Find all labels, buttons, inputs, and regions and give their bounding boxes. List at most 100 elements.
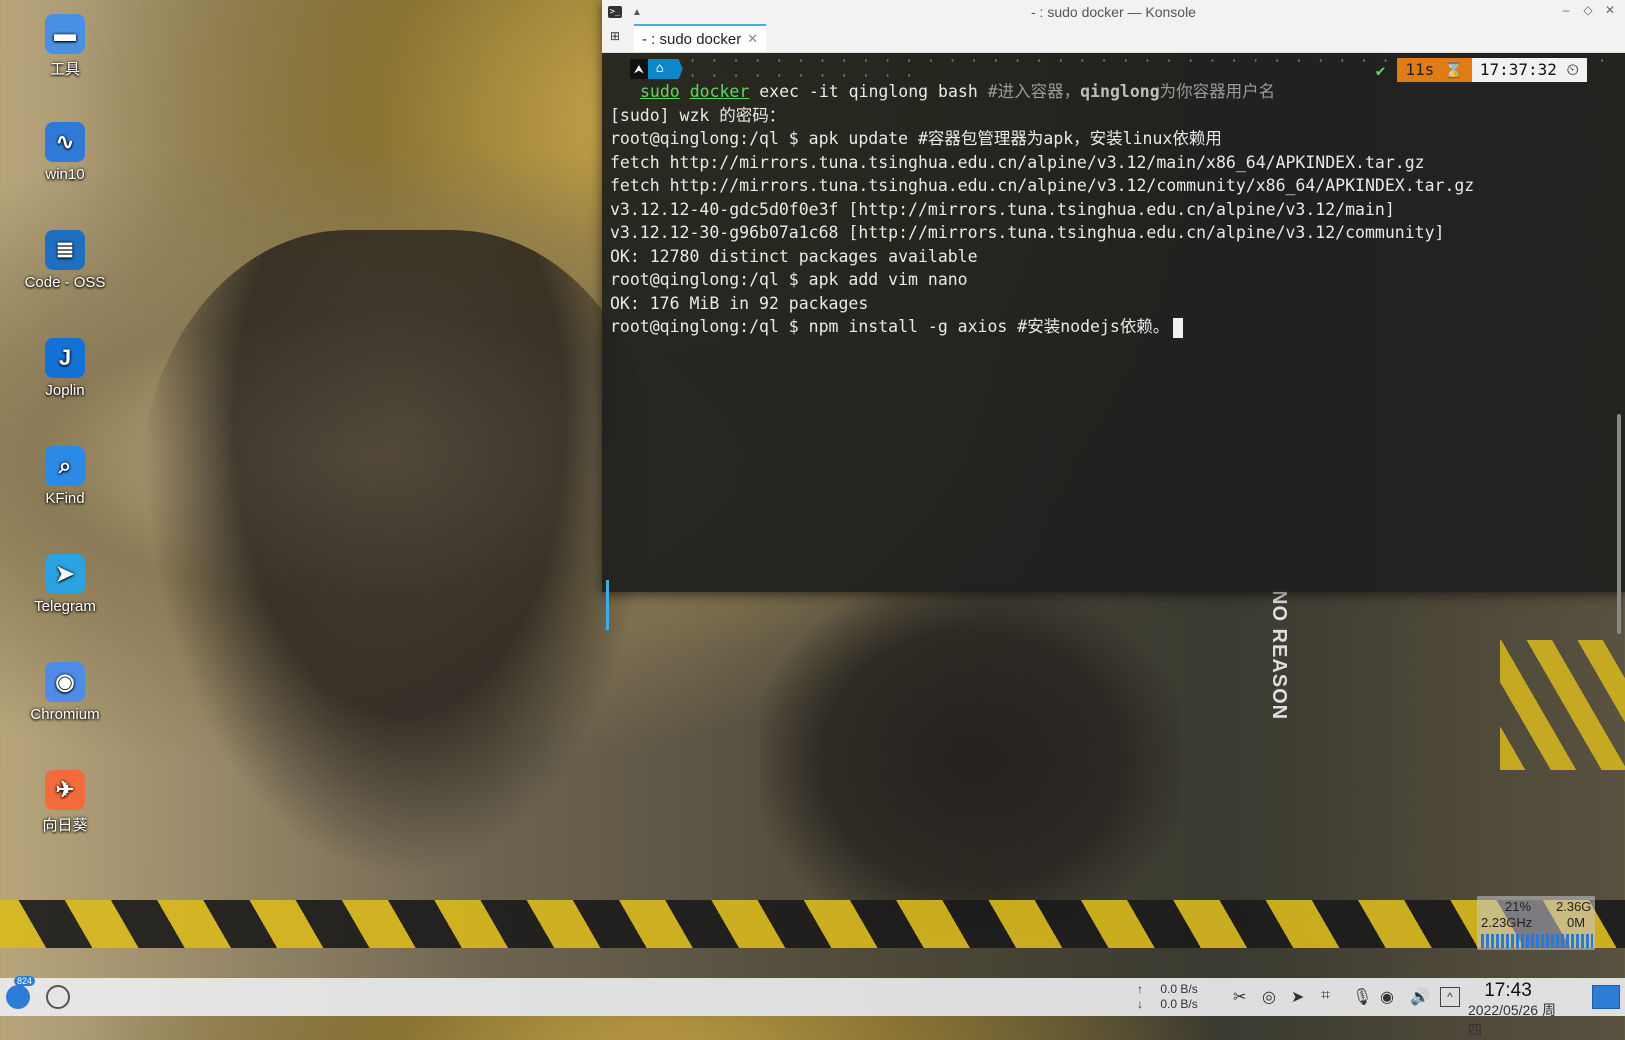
- terminal-line-text: fetch http://mirrors.tuna.tsinghua.edu.c…: [610, 152, 1425, 172]
- terminal-line-text: OK: 12780 distinct packages available: [610, 246, 978, 266]
- wallpaper-figure-secondary: [760, 580, 1180, 940]
- tab-label: - : sudo docker: [642, 30, 742, 48]
- terminal-search-marker: [606, 580, 609, 630]
- terminal-line-text: v3.12.12-30-g96b07a1c68 [http://mirrors.…: [610, 223, 1445, 242]
- terminal-line: root@qinglong:/ql $ apk update #容器包管理器为a…: [610, 127, 1617, 151]
- desktop-icon-sunlogin[interactable]: ✈ 向日葵: [20, 770, 110, 835]
- terminal-line: fetch http://mirrors.tuna.tsinghua.edu.c…: [610, 174, 1617, 198]
- maximize-icon[interactable]: ◇: [1579, 3, 1597, 17]
- terminal-line: root@qinglong:/ql $ npm install -g axios…: [610, 315, 1617, 339]
- tab-sudo-docker[interactable]: - : sudo docker ✕: [634, 24, 767, 52]
- window-titlebar[interactable]: >_ ▲ - : sudo docker — Konsole – ◇ ✕: [602, 0, 1625, 24]
- window-title: - : sudo docker — Konsole: [1031, 4, 1196, 20]
- telegram-icon: ➤: [45, 554, 85, 594]
- command-docker: docker: [689, 82, 750, 101]
- wallpaper-text: NO REASON: [1268, 590, 1290, 721]
- desktop-icon-label: Chromium: [30, 706, 100, 723]
- taskbar: 824 ↑ 0.0 B/s ↓ 0.0 B/s ✂ ◎ ➤ ⌗ 🎙 ◉ 🔊 ^ …: [0, 976, 1625, 1038]
- terminal-line: root@qinglong:/ql $ apk add vim nano: [610, 268, 1617, 292]
- microphone-icon[interactable]: 🎙: [1352, 987, 1372, 1007]
- terminal-line-text: root@qinglong:/ql $ npm install -g axios…: [610, 317, 1170, 336]
- terminal-line-text: [sudo] wzk 的密码：: [610, 105, 786, 125]
- volume-icon[interactable]: 🔊: [1410, 987, 1430, 1007]
- arch-icon: ⮝: [630, 59, 648, 79]
- telegram-tray-icon[interactable]: ➤: [1291, 987, 1304, 1007]
- memory-usage: 2.36G: [1556, 899, 1592, 914]
- screenshot-scissors-icon[interactable]: ✂: [1233, 987, 1246, 1007]
- show-desktop-button[interactable]: [1592, 985, 1620, 1009]
- system-settings-icon[interactable]: [46, 985, 70, 1009]
- desktop-icon-label: Telegram: [34, 598, 96, 615]
- command-comment-bold: qinglong: [1080, 82, 1160, 101]
- taskbar-clock-time[interactable]: 17:43: [1468, 980, 1548, 1002]
- net-down-arrow-icon: ↓: [1137, 997, 1147, 1011]
- swap-usage: 0M: [1567, 915, 1586, 930]
- network-speed: ↑ 0.0 B/s ↓ 0.0 B/s: [1137, 982, 1198, 1012]
- desktop-icon-label: KFind: [45, 490, 85, 507]
- desktop-icon-kfind[interactable]: ⌕ KFind: [20, 446, 110, 507]
- prompt-clock: 17:37:32 ⏲: [1471, 58, 1587, 82]
- terminal-line-text: v3.12.12-40-gdc5d0f0e3f [http://mirrors.…: [610, 199, 1395, 219]
- close-icon[interactable]: ✕: [1601, 3, 1619, 17]
- desktop-icon-label: Code - OSS: [24, 274, 106, 291]
- command-comment-tail: 为你容器用户名: [1159, 82, 1276, 101]
- joplin-icon: J: [45, 338, 85, 378]
- tray-expand-icon[interactable]: ^: [1440, 987, 1460, 1007]
- cpu-history-graph: [1481, 934, 1593, 948]
- terminal-scrollbar[interactable]: [1617, 414, 1621, 634]
- wallpaper-figure: [140, 230, 660, 880]
- code-oss-icon: ≣: [45, 230, 85, 270]
- terminal-line: [sudo] wzk 的密码：: [610, 104, 1617, 128]
- sunlogin-icon: ✈: [45, 770, 85, 810]
- cpu-percent: 21%: [1505, 899, 1532, 914]
- terminal-line: OK: 176 MiB in 92 packages: [610, 292, 1617, 316]
- command-duration: 11s ⌛: [1397, 58, 1472, 82]
- input-method-icon[interactable]: ⌗: [1321, 987, 1330, 1005]
- kfind-icon: ⌕: [45, 446, 85, 486]
- desktop-icon-code-oss[interactable]: ≣ Code - OSS: [20, 230, 110, 291]
- desktop-icon-chromium[interactable]: ◉ Chromium: [20, 662, 110, 723]
- taskbar-clock-date[interactable]: 2022/05/26 周四: [1468, 1000, 1568, 1040]
- command-comment: #进入容器，: [987, 82, 1081, 101]
- folder-icon: ▬: [45, 14, 85, 54]
- terminal-output: sudo docker exec -it qinglong bash #进入容器…: [610, 80, 1617, 339]
- terminal-line: v3.12.12-30-g96b07a1c68 [http://mirrors.…: [610, 221, 1617, 245]
- terminal-line-text: root@qinglong:/ql $ apk update #容器包管理器为a…: [610, 129, 1222, 148]
- desktop-icon-joplin[interactable]: J Joplin: [20, 338, 110, 399]
- new-tab-icon[interactable]: ⊞: [610, 29, 628, 47]
- terminal-line: fetch http://mirrors.tuna.tsinghua.edu.c…: [610, 151, 1617, 175]
- terminal-area[interactable]: ⮝ ⌂ ~ · · · · · · · · · · · · · · · · · …: [602, 54, 1625, 634]
- win10-vm-icon: ∿: [45, 122, 85, 162]
- command-args: exec -it qinglong bash: [749, 82, 988, 101]
- prompt-right-status: ✔ 11s ⌛ 17:37:32 ⏲: [1376, 58, 1587, 82]
- cpu-frequency: 2.23GHz: [1481, 915, 1533, 930]
- terminal-line: v3.12.12-40-gdc5d0f0e3f [http://mirrors.…: [610, 198, 1617, 222]
- wifi-icon[interactable]: ◉: [1380, 987, 1394, 1007]
- tab-close-icon[interactable]: ✕: [747, 31, 758, 47]
- desktop-icon-label: Joplin: [45, 382, 85, 399]
- status-ok-icon: ✔: [1375, 60, 1386, 80]
- minimize-icon[interactable]: –: [1557, 3, 1575, 17]
- wallpaper-hazard-stripe: [0, 900, 1625, 948]
- net-upload-speed: 0.0 B/s: [1160, 982, 1198, 996]
- terminal-cursor: [1173, 317, 1184, 338]
- app-launcher-icon[interactable]: [6, 985, 30, 1009]
- desktop-icon-folder[interactable]: ▬ 工具: [20, 14, 110, 79]
- net-download-speed: 0.0 B/s: [1160, 997, 1198, 1011]
- system-monitor-widget[interactable]: 21% 2.23GHz 2.36G 0M: [1477, 896, 1595, 950]
- notification-badge: 824: [14, 976, 36, 986]
- desktop-icon-label: win10: [45, 166, 85, 183]
- desktop-icon-win10-vm[interactable]: ∿ win10: [20, 122, 110, 183]
- terminal-line-text: OK: 176 MiB in 92 packages: [610, 293, 869, 313]
- konsole-window[interactable]: >_ ▲ - : sudo docker — Konsole – ◇ ✕ ⊞ -…: [602, 0, 1625, 634]
- terminal-line-text: fetch http://mirrors.tuna.tsinghua.edu.c…: [610, 176, 1475, 195]
- desktop-icon-label: 工具: [49, 61, 80, 78]
- terminal-line-text: root@qinglong:/ql $ apk add vim nano: [610, 270, 968, 289]
- prompt-home-segment: ⌂ ~: [647, 59, 683, 79]
- desktop-icon-label: 向日葵: [42, 817, 88, 834]
- sync-icon[interactable]: ◎: [1262, 987, 1276, 1007]
- net-up-arrow-icon: ↑: [1137, 982, 1147, 996]
- chromium-icon: ◉: [45, 662, 85, 702]
- desktop-icon-telegram[interactable]: ➤ Telegram: [20, 554, 110, 615]
- wallpaper-hazard-stripe-right: [1500, 640, 1625, 770]
